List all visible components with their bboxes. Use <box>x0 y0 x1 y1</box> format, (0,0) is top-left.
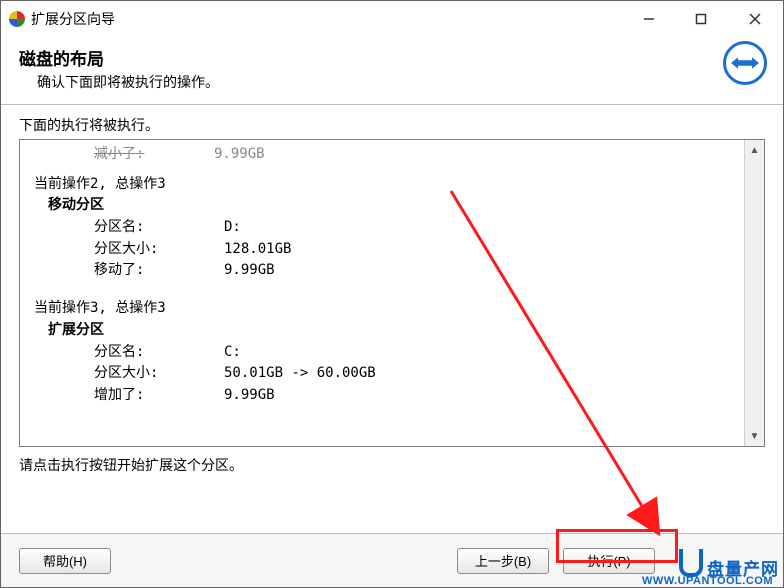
op-subheading: 移动分区 <box>48 195 732 217</box>
row-value: D: <box>224 217 241 239</box>
app-icon <box>9 11 25 27</box>
close-button[interactable] <box>727 1 783 37</box>
watermark-logo-icon <box>679 549 703 577</box>
hint-text: 请点击执行按钮开始扩展这个分区。 <box>19 455 765 475</box>
row-value: 9.99GB <box>214 144 265 166</box>
truncated-row: 减小了: 9.99GB <box>94 144 732 166</box>
title-bar: 扩展分区向导 <box>1 1 783 37</box>
op-heading: 当前操作3, 总操作3 <box>34 298 732 320</box>
op-heading: 当前操作2, 总操作3 <box>34 174 732 196</box>
watermark-url: WWW.UPANTOOL.COM <box>642 575 773 587</box>
row-label: 分区大小: <box>94 239 224 261</box>
vertical-scrollbar[interactable]: ▲ ▼ <box>744 140 764 446</box>
op-row: 分区大小:128.01GB <box>94 239 732 261</box>
row-value: 50.01GB -> 60.00GB <box>224 363 376 385</box>
row-value: 9.99GB <box>224 385 275 407</box>
row-label: 分区名: <box>94 342 224 364</box>
page-subtitle: 确认下面即将被执行的操作。 <box>37 72 765 92</box>
operations-list: 减小了: 9.99GB 当前操作2, 总操作3 移动分区 分区名:D: 分区大小… <box>19 139 765 447</box>
scroll-down-icon[interactable]: ▼ <box>745 426 764 446</box>
row-label: 移动了: <box>94 260 224 282</box>
window-title: 扩展分区向导 <box>31 9 623 29</box>
help-button[interactable]: 帮助(H) <box>19 548 111 574</box>
execute-button[interactable]: 执行(P) <box>563 548 655 574</box>
wizard-header: 磁盘的布局 确认下面即将被执行的操作。 <box>1 37 783 105</box>
operations-content: 减小了: 9.99GB 当前操作2, 总操作3 移动分区 分区名:D: 分区大小… <box>20 140 742 411</box>
wizard-window: 扩展分区向导 磁盘的布局 确认下面即将被执行的操作。 下面的执行将被执行。 减小… <box>0 0 784 588</box>
row-value: C: <box>224 342 241 364</box>
close-icon <box>748 12 762 26</box>
operations-label: 下面的执行将被执行。 <box>19 115 765 135</box>
maximize-button[interactable] <box>675 1 727 37</box>
op-subheading: 扩展分区 <box>48 320 732 342</box>
op-row: 分区名:D: <box>94 217 732 239</box>
page-title: 磁盘的布局 <box>19 45 765 70</box>
row-label: 分区大小: <box>94 363 224 385</box>
minimize-icon <box>643 13 655 25</box>
op-row: 增加了:9.99GB <box>94 385 732 407</box>
op-row: 分区名:C: <box>94 342 732 364</box>
row-value: 9.99GB <box>224 260 275 282</box>
op-row: 移动了:9.99GB <box>94 260 732 282</box>
op-row: 分区大小:50.01GB -> 60.00GB <box>94 363 732 385</box>
watermark: 盘量产网 WWW.UPANTOOL.COM <box>679 553 779 581</box>
row-label: 分区名: <box>94 217 224 239</box>
maximize-icon <box>695 13 707 25</box>
row-value: 128.01GB <box>224 239 291 261</box>
scroll-up-icon[interactable]: ▲ <box>745 140 764 160</box>
wizard-arrow-icon <box>723 41 767 85</box>
row-label: 增加了: <box>94 385 224 407</box>
window-controls <box>623 1 783 37</box>
row-label: 减小了: <box>94 144 214 166</box>
back-button[interactable]: 上一步(B) <box>457 548 549 574</box>
minimize-button[interactable] <box>623 1 675 37</box>
